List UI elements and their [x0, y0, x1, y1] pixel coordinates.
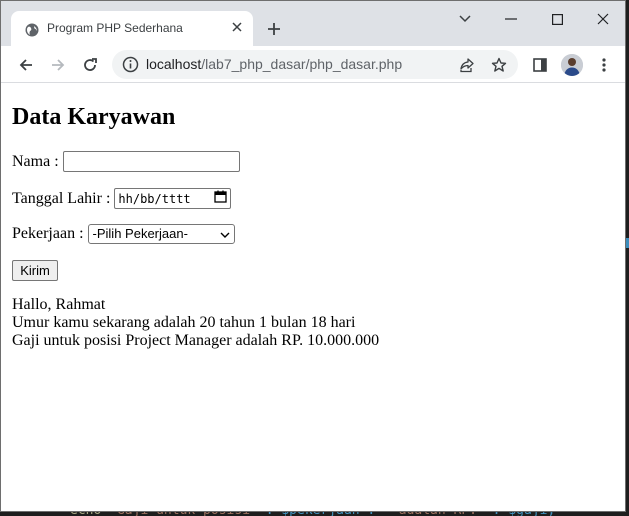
menu-kebab-icon[interactable]	[591, 52, 617, 78]
globe-icon	[25, 22, 39, 37]
page-title: Data Karyawan	[12, 104, 176, 130]
result-age: Umur kamu sekarang adalah 20 tahun 1 bul…	[12, 314, 356, 331]
kirim-button[interactable]: Kirim	[12, 260, 58, 281]
forward-button[interactable]	[45, 52, 71, 78]
side-panel-button[interactable]	[527, 52, 553, 78]
page-content: Data Karyawan Nama : Tanggal Lahir : hh/…	[1, 83, 625, 511]
close-window-button[interactable]	[588, 9, 618, 29]
back-button[interactable]	[13, 52, 39, 78]
bookmark-star-icon[interactable]	[490, 56, 508, 74]
pekerjaan-row: Pekerjaan : -Pilih Pekerjaan-	[12, 224, 235, 244]
url-host: localhost	[146, 56, 202, 72]
url-text[interactable]: localhost/lab7_php_dasar/php_dasar.php	[146, 56, 402, 72]
minimize-button[interactable]	[496, 9, 526, 29]
nama-label: Nama :	[12, 152, 59, 170]
browser-toolbar: localhost/lab7_php_dasar/php_dasar.php	[1, 46, 625, 83]
browser-window: Program PHP Sederhana localhost/lab7_php…	[0, 0, 626, 512]
new-tab-button[interactable]	[263, 19, 285, 41]
maximize-button[interactable]	[542, 9, 572, 29]
share-icon[interactable]	[458, 56, 476, 74]
pekerjaan-label: Pekerjaan :	[12, 225, 84, 242]
tanggal-row: Tanggal Lahir : hh/bb/tttt	[12, 188, 232, 209]
url-path: /lab7_php_dasar/php_dasar.php	[201, 56, 403, 72]
nama-row: Nama :	[12, 151, 240, 172]
address-bar[interactable]: localhost/lab7_php_dasar/php_dasar.php	[112, 50, 518, 79]
reload-button[interactable]	[77, 52, 103, 78]
pekerjaan-selected-value: -Pilih Pekerjaan-	[92, 226, 188, 241]
tanggal-lahir-input[interactable]: hh/bb/tttt	[114, 188, 232, 209]
result-salary: Gaji untuk posisi Project Manager adalah…	[12, 332, 380, 349]
nama-input[interactable]	[62, 151, 240, 172]
tanggal-lahir-label: Tanggal Lahir :	[12, 189, 111, 207]
site-info-icon[interactable]	[122, 56, 139, 73]
tab-strip: Program PHP Sederhana	[1, 1, 625, 46]
tab-title: Program PHP Sederhana	[47, 21, 183, 35]
date-placeholder: hh/bb/tttt	[118, 191, 191, 206]
calendar-icon[interactable]	[214, 189, 228, 209]
tab-search-button[interactable]	[450, 9, 480, 29]
browser-tab[interactable]: Program PHP Sederhana	[11, 11, 253, 46]
close-tab-icon[interactable]	[229, 20, 245, 36]
result-greeting: Hallo, Rahmat	[12, 296, 106, 313]
pekerjaan-select[interactable]: -Pilih Pekerjaan-	[87, 224, 235, 244]
chevron-down-icon	[220, 224, 230, 244]
profile-avatar[interactable]	[561, 54, 583, 76]
